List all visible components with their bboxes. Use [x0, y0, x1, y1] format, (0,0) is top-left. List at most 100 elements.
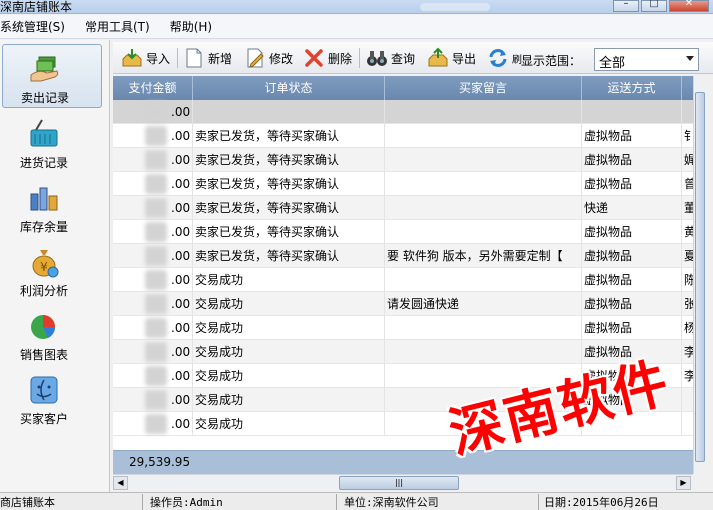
table-row[interactable]: .00 卖家已发货，等待买家确认 虚拟物品曾 [113, 172, 706, 196]
status-date: 日期:2015年06月26日 [544, 496, 659, 509]
cell-note [385, 316, 582, 340]
table-row[interactable]: .00 交易成功 请发圆通快递 虚拟物品张 [113, 292, 706, 316]
cell-amount: .00 [113, 220, 193, 244]
toolbar-separator [359, 48, 360, 68]
cell-amount: .00 [113, 196, 193, 220]
status-unit: 单位:深南软件公司 [344, 496, 439, 509]
nav-label: 利润分析 [19, 284, 68, 298]
customer-icon [30, 376, 58, 404]
toolbar-separator [177, 48, 178, 68]
cell-status: 交易成功 [193, 292, 385, 316]
cell-shipping: 虚拟物品 [582, 172, 682, 196]
scroll-right-button[interactable]: ▶ [676, 476, 691, 490]
cell-shipping: 虚拟物品 [582, 244, 682, 268]
scroll-left-button[interactable]: ◀ [113, 476, 128, 490]
table-row[interactable]: .00 卖家已发货，等待买家确认 虚拟物品黄 [113, 220, 706, 244]
import-button[interactable]: 导入 [121, 46, 170, 70]
table-row[interactable]: .00 交易成功 虚拟物品陈 [113, 268, 706, 292]
status-bar: 商店铺账本 操作员:Admin 单位:深南软件公司 日期:2015年06月26日 [0, 492, 713, 510]
cell-note [385, 196, 582, 220]
nav-purchase-records[interactable]: 进货记录 [2, 110, 102, 174]
maximize-button[interactable]: □ [641, 0, 667, 12]
cell-shipping: 虚拟物品 [582, 316, 682, 340]
new-button[interactable]: 新增 [183, 46, 232, 70]
cell-amount: .00 [113, 316, 193, 340]
cell-note [385, 100, 582, 124]
column-header-shipping[interactable]: 运送方式 [582, 76, 682, 100]
table-row[interactable]: .00 卖家已发货，等待买家确认 快递董 [113, 196, 706, 220]
status-separator [538, 494, 539, 510]
status-separator [142, 494, 143, 510]
total-amount: 29,539.95 [129, 455, 191, 469]
pie-chart-icon [31, 315, 56, 339]
refresh-button[interactable]: 刷 [487, 46, 522, 70]
cell-note [385, 124, 582, 148]
status-operator: 操作员:Admin [150, 496, 223, 509]
cell-note [385, 220, 582, 244]
nav-label: 卖出记录 [20, 91, 69, 105]
left-nav: 卖出记录 进货记录 库存余量 ¥ 利润分析 销售图表 买家客户 [0, 40, 110, 492]
close-button[interactable]: ✕ [669, 0, 709, 12]
menu-help[interactable]: 帮助(H) [160, 18, 222, 35]
column-header-status[interactable]: 订单状态 [193, 76, 385, 100]
cell-amount: .00 [113, 172, 193, 196]
basket-icon [30, 119, 58, 147]
nav-customers[interactable]: 买家客户 [2, 366, 102, 430]
new-label: 新增 [208, 51, 233, 66]
range-label: 显示范围： [521, 54, 582, 68]
nav-label: 买家客户 [19, 412, 68, 426]
column-header-amount[interactable]: 支付金额 [113, 76, 193, 100]
cell-status: 交易成功 [193, 412, 385, 436]
horizontal-scrollbar[interactable]: ◀ ||| ▶ [113, 474, 693, 490]
import-label: 导入 [146, 51, 171, 66]
delete-button[interactable]: 删除 [303, 46, 352, 70]
cell-status: 交易成功 [193, 316, 385, 340]
export-button[interactable]: 导出 [427, 46, 476, 70]
cell-amount: .00 [113, 148, 193, 172]
new-document-icon [186, 48, 202, 68]
cell-amount: .00 [113, 412, 193, 436]
cell-amount: .00 [113, 244, 193, 268]
menu-system[interactable]: 系统管理(S) [0, 18, 75, 35]
cell-status: 交易成功 [193, 364, 385, 388]
cell-note: 要 软件狗 版本，另外需要定制【 [385, 244, 582, 268]
title-bar: 深南店铺账本 – □ ✕ [0, 0, 713, 14]
nav-sales-records[interactable]: 卖出记录 [2, 44, 102, 108]
column-header-note[interactable]: 买家留言 [385, 76, 582, 100]
cell-amount: .00 [113, 100, 193, 124]
nav-stock[interactable]: 库存余量 [2, 174, 102, 238]
vertical-scrollbar[interactable] [693, 76, 706, 474]
table-row[interactable]: .00 卖家已发货，等待买家确认要 软件狗 版本，另外需要定制【 虚拟物品夏 [113, 244, 706, 268]
edit-button[interactable]: 修改 [244, 46, 293, 70]
money-hand-icon [30, 56, 59, 82]
edit-label: 修改 [269, 51, 294, 66]
scroll-thumb[interactable]: ||| [339, 476, 459, 490]
delete-label: 删除 [328, 51, 353, 66]
cell-amount: .00 [113, 388, 193, 412]
cell-status: 交易成功 [193, 268, 385, 292]
cell-note [385, 148, 582, 172]
nav-label: 库存余量 [19, 220, 68, 234]
grid-header: 支付金额 订单状态 买家留言 运送方式 [113, 76, 706, 100]
minimize-button[interactable]: – [613, 0, 639, 12]
svg-text:¥: ¥ [40, 260, 48, 274]
cell-amount: .00 [113, 364, 193, 388]
nav-sales-chart[interactable]: 销售图表 [2, 302, 102, 366]
table-row[interactable]: .00 卖家已发货，等待买家确认 虚拟物品钅 [113, 124, 706, 148]
total-bar: 29,539.95 [113, 450, 706, 474]
query-label: 查询 [391, 51, 416, 66]
table-row[interactable]: .00 交易成功 虚拟物品杨 [113, 316, 706, 340]
range-select[interactable]: 全部 [594, 48, 699, 71]
cell-status: 卖家已发货，等待买家确认 [193, 124, 385, 148]
cell-status: 交易成功 [193, 388, 385, 412]
window-title: 深南店铺账本 [0, 0, 73, 14]
nav-profit-analysis[interactable]: ¥ 利润分析 [2, 238, 102, 302]
scroll-thumb[interactable] [695, 92, 705, 462]
table-row[interactable]: .00 [113, 100, 706, 124]
table-row[interactable]: .00 卖家已发货，等待买家确认 虚拟物品娓 [113, 148, 706, 172]
status-app-name: 商店铺账本 [0, 496, 55, 509]
menu-tools[interactable]: 常用工具(T) [75, 18, 160, 35]
cell-status: 卖家已发货，等待买家确认 [193, 172, 385, 196]
delete-icon [305, 49, 323, 67]
query-button[interactable]: 查询 [366, 46, 415, 70]
